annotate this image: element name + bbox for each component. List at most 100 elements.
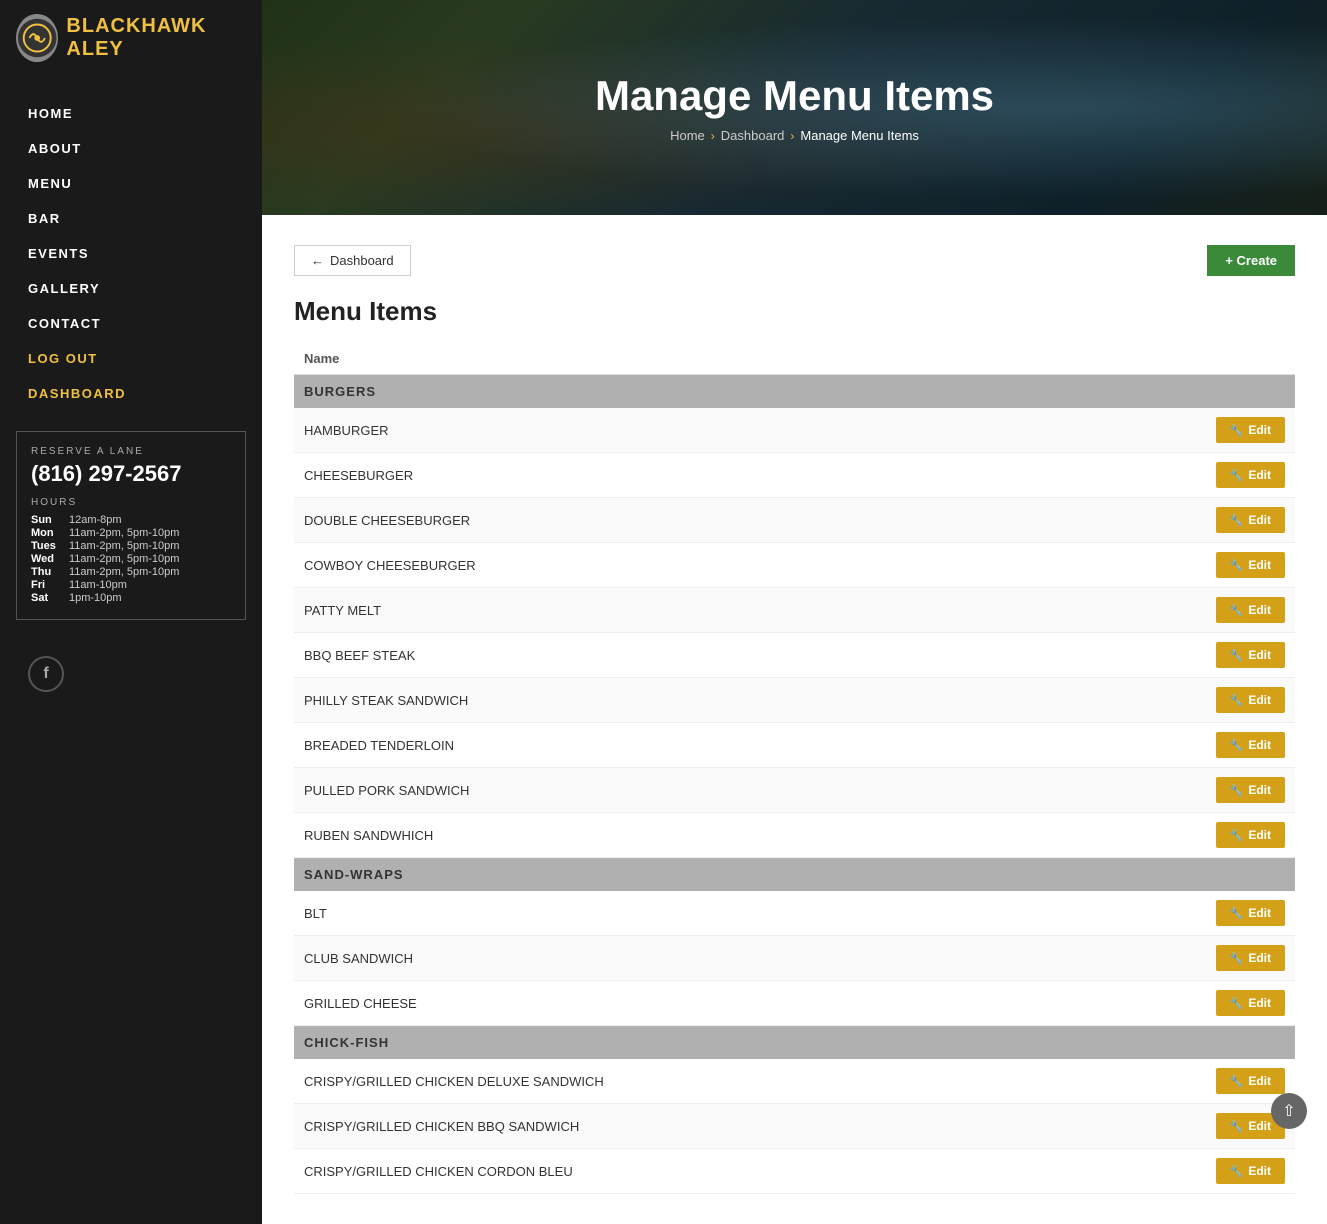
- item-actions: 🔧 Edit: [1076, 891, 1295, 936]
- table-row: BREADED TENDERLOIN 🔧 Edit: [294, 723, 1295, 768]
- item-actions: 🔧 Edit: [1076, 543, 1295, 588]
- edit-button[interactable]: 🔧 Edit: [1216, 732, 1285, 758]
- create-button[interactable]: + Create: [1207, 245, 1295, 276]
- item-name: PULLED PORK SANDWICH: [294, 768, 1076, 813]
- content-area: ← Dashboard + Create Menu Items Name BUR…: [262, 215, 1327, 1224]
- edit-button[interactable]: 🔧 Edit: [1216, 642, 1285, 668]
- item-name: COWBOY CHEESEBURGER: [294, 543, 1076, 588]
- sidebar-item-bar[interactable]: BAR: [0, 201, 262, 236]
- wrench-icon: 🔧: [1230, 559, 1244, 572]
- wrench-icon: 🔧: [1230, 514, 1244, 527]
- table-row: BURGERS: [294, 375, 1295, 409]
- breadcrumb-sep-1: ›: [711, 129, 715, 143]
- edit-button[interactable]: 🔧 Edit: [1216, 900, 1285, 926]
- breadcrumb-home[interactable]: Home: [670, 128, 705, 143]
- back-to-dashboard-button[interactable]: ← Dashboard: [294, 245, 411, 276]
- table-row: HAMBURGER 🔧 Edit: [294, 408, 1295, 453]
- logo-icon: [16, 14, 58, 62]
- edit-button[interactable]: 🔧 Edit: [1216, 552, 1285, 578]
- edit-button[interactable]: 🔧 Edit: [1216, 945, 1285, 971]
- edit-button[interactable]: 🔧 Edit: [1216, 822, 1285, 848]
- table-row: PHILLY STEAK SANDWICH🔧 Edit: [294, 678, 1295, 723]
- table-row: CHEESEBURGER 🔧 Edit: [294, 453, 1295, 498]
- wrench-icon: 🔧: [1230, 997, 1244, 1010]
- table-row: COWBOY CHEESEBURGER 🔧 Edit: [294, 543, 1295, 588]
- item-actions: 🔧 Edit: [1076, 981, 1295, 1026]
- item-name: RUBEN SANDWHICH: [294, 813, 1076, 858]
- facebook-icon[interactable]: f: [28, 656, 64, 692]
- edit-button[interactable]: 🔧 Edit: [1216, 597, 1285, 623]
- wrench-icon: 🔧: [1230, 907, 1244, 920]
- sidebar-nav: HOME ABOUT MENU BAR EVENTS GALLERY CONTA…: [0, 96, 262, 411]
- item-name: CHEESEBURGER: [294, 453, 1076, 498]
- wrench-icon: 🔧: [1230, 604, 1244, 617]
- table-header-actions: [1076, 343, 1295, 375]
- item-actions: 🔧 Edit: [1076, 498, 1295, 543]
- item-name: BLT: [294, 891, 1076, 936]
- wrench-icon: 🔧: [1230, 469, 1244, 482]
- sidebar-item-contact[interactable]: CONTACT: [0, 306, 262, 341]
- table-row: GRILLED CHEESE 🔧 Edit: [294, 981, 1295, 1026]
- sidebar-item-menu[interactable]: MENU: [0, 166, 262, 201]
- edit-button[interactable]: 🔧 Edit: [1216, 1068, 1285, 1094]
- arrow-left-icon: ←: [311, 253, 324, 268]
- table-header-name: Name: [294, 343, 1076, 375]
- wrench-icon: 🔧: [1230, 952, 1244, 965]
- table-row: CRISPY/GRILLED CHICKEN DELUXE SANDWICH🔧 …: [294, 1059, 1295, 1104]
- social-area: f: [0, 640, 262, 708]
- sidebar-item-about[interactable]: ABOUT: [0, 131, 262, 166]
- edit-button[interactable]: 🔧 Edit: [1216, 462, 1285, 488]
- hero-banner: Manage Menu Items Home › Dashboard › Man…: [262, 0, 1327, 215]
- hours-tues: Tues11am-2pm, 5pm-10pm: [31, 540, 231, 552]
- edit-button[interactable]: 🔧 Edit: [1216, 687, 1285, 713]
- wrench-icon: 🔧: [1230, 424, 1244, 437]
- item-actions: 🔧 Edit: [1076, 453, 1295, 498]
- wrench-icon: 🔧: [1230, 1165, 1244, 1178]
- phone-number: (816) 297-2567: [31, 461, 231, 487]
- table-row: CRISPY/GRILLED CHICKEN BBQ SANDWICH🔧 Edi…: [294, 1104, 1295, 1149]
- toolbar: ← Dashboard + Create: [294, 245, 1295, 276]
- wrench-icon: 🔧: [1230, 1075, 1244, 1088]
- table-row: BBQ BEEF STEAK 🔧 Edit: [294, 633, 1295, 678]
- wrench-icon: 🔧: [1230, 1120, 1244, 1133]
- item-actions: 🔧 Edit: [1076, 633, 1295, 678]
- item-name: HAMBURGER: [294, 408, 1076, 453]
- item-name: CLUB SANDWICH: [294, 936, 1076, 981]
- hours-sat: Sat1pm-10pm: [31, 592, 231, 604]
- item-name: BREADED TENDERLOIN: [294, 723, 1076, 768]
- edit-button[interactable]: 🔧 Edit: [1216, 507, 1285, 533]
- section-title: Menu Items: [294, 296, 1295, 327]
- hours-thu: Thu11am-2pm, 5pm-10pm: [31, 566, 231, 578]
- table-row: DOUBLE CHEESEBURGER🔧 Edit: [294, 498, 1295, 543]
- edit-button[interactable]: 🔧 Edit: [1216, 777, 1285, 803]
- main-content: Manage Menu Items Home › Dashboard › Man…: [262, 0, 1327, 1224]
- item-actions: 🔧 Edit: [1076, 723, 1295, 768]
- scroll-up-button[interactable]: ⇧: [1271, 1093, 1307, 1129]
- table-row: PATTY MELT 🔧 Edit: [294, 588, 1295, 633]
- wrench-icon: 🔧: [1230, 739, 1244, 752]
- item-name: GRILLED CHEESE: [294, 981, 1076, 1026]
- breadcrumb-dashboard[interactable]: Dashboard: [721, 128, 785, 143]
- edit-button[interactable]: 🔧 Edit: [1216, 990, 1285, 1016]
- edit-button[interactable]: 🔧 Edit: [1216, 1158, 1285, 1184]
- wrench-icon: 🔧: [1230, 694, 1244, 707]
- item-name: PATTY MELT: [294, 588, 1076, 633]
- table-row: CHICK-FISH: [294, 1026, 1295, 1060]
- item-actions: 🔧 Edit: [1076, 1104, 1295, 1149]
- sidebar-item-logout[interactable]: LOG OUT: [0, 341, 262, 376]
- table-row: RUBEN SANDWHICH 🔧 Edit: [294, 813, 1295, 858]
- item-name: CRISPY/GRILLED CHICKEN BBQ SANDWICH: [294, 1104, 1076, 1149]
- sidebar-item-dashboard[interactable]: DASHBOARD: [0, 376, 262, 411]
- edit-button[interactable]: 🔧 Edit: [1216, 417, 1285, 443]
- hours-mon: Mon11am-2pm, 5pm-10pm: [31, 527, 231, 539]
- sidebar-item-events[interactable]: EVENTS: [0, 236, 262, 271]
- sidebar-item-home[interactable]: HOME: [0, 96, 262, 131]
- wrench-icon: 🔧: [1230, 829, 1244, 842]
- item-name: BBQ BEEF STEAK: [294, 633, 1076, 678]
- reserve-box: RESERVE A LANE (816) 297-2567 HOURS Sun1…: [16, 431, 246, 620]
- wrench-icon: 🔧: [1230, 784, 1244, 797]
- sidebar-item-gallery[interactable]: GALLERY: [0, 271, 262, 306]
- hours-fri: Fri11am-10pm: [31, 579, 231, 591]
- logo-area: BLACKHAWK ALEY: [0, 0, 262, 76]
- wrench-icon: 🔧: [1230, 649, 1244, 662]
